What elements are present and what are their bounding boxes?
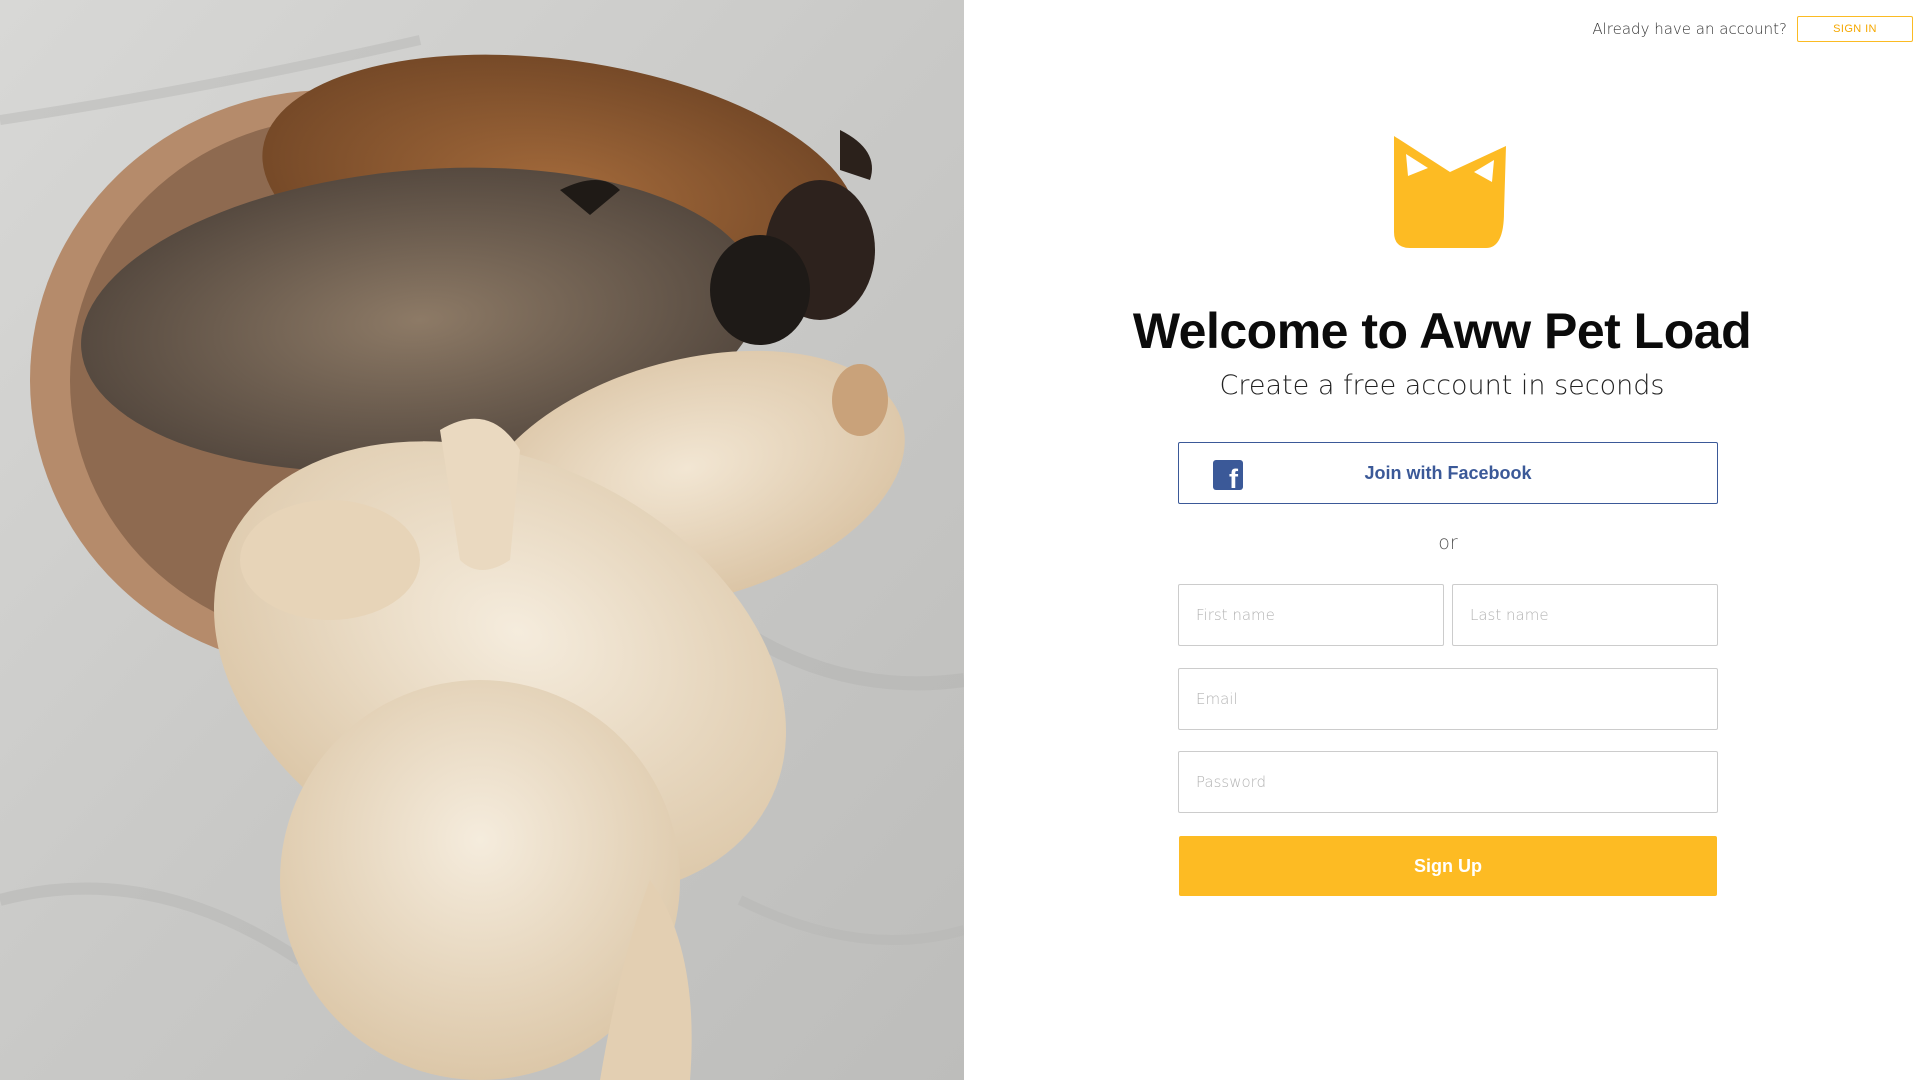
puppies-illustration [0, 0, 964, 1080]
signup-panel: Already have an account? SIGN IN Welcome… [964, 0, 1920, 1080]
facebook-icon: f [1213, 460, 1243, 493]
cat-head-logo-icon [1386, 132, 1514, 252]
sign-in-button[interactable]: SIGN IN [1797, 16, 1913, 42]
signup-page: Already have an account? SIGN IN Welcome… [0, 0, 1920, 1080]
page-subtitle: Create a free account in seconds [1219, 370, 1665, 401]
first-name-input[interactable] [1178, 584, 1444, 646]
or-divider: or [1438, 532, 1458, 554]
name-row [1178, 584, 1718, 646]
account-bar: Already have an account? SIGN IN [1592, 16, 1913, 42]
puppies-photo [0, 0, 964, 1080]
page-title: Welcome to Aww Pet Load [1132, 303, 1752, 359]
email-input[interactable] [1178, 668, 1718, 730]
last-name-input[interactable] [1452, 584, 1718, 646]
facebook-button-label: Join with Facebook [1364, 462, 1532, 483]
join-with-facebook-button[interactable]: f Join with Facebook [1178, 442, 1718, 504]
sign-up-button[interactable]: Sign Up [1179, 836, 1717, 896]
password-input[interactable] [1178, 751, 1718, 813]
account-prompt: Already have an account? [1592, 20, 1787, 38]
signup-form: f Join with Facebook or Sign Up [1178, 442, 1718, 896]
